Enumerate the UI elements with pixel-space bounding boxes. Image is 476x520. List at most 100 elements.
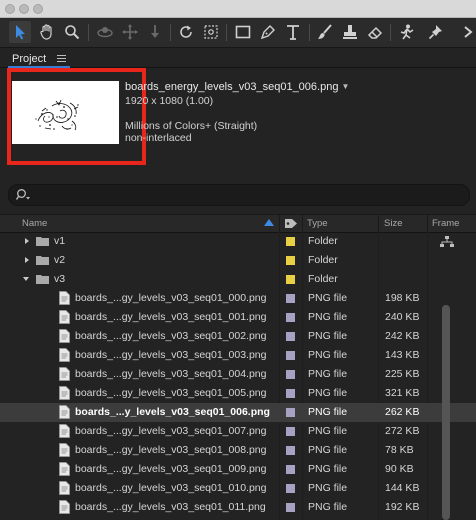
file-row[interactable]: boards_...y_levels_v03_seq01_006.png PNG … xyxy=(0,403,476,422)
label-color-chip[interactable] xyxy=(286,294,295,303)
label-color-chip[interactable] xyxy=(286,427,295,436)
label-color-chip[interactable] xyxy=(286,237,295,246)
dolly-camera-tool-button[interactable] xyxy=(144,21,166,43)
label-color-chip[interactable] xyxy=(286,332,295,341)
label-color-chip[interactable] xyxy=(286,351,295,360)
row-size: 262 KB xyxy=(385,406,420,418)
file-row[interactable]: boards_...gy_levels_v03_seq01_011.png PNG… xyxy=(0,498,476,517)
brush-tool-button[interactable] xyxy=(314,21,336,43)
panel-menu-icon[interactable] xyxy=(57,55,66,63)
png-file-icon xyxy=(59,462,70,476)
folder-icon xyxy=(36,237,49,246)
project-search-input[interactable] xyxy=(8,184,470,206)
png-file-icon xyxy=(59,310,70,324)
row-name: boards_...gy_levels_v03_seq01_008.png xyxy=(75,444,267,456)
column-header-type[interactable]: Type xyxy=(307,218,328,229)
clone-stamp-tool-button[interactable] xyxy=(339,21,361,43)
png-file-icon xyxy=(59,386,70,400)
file-row[interactable]: boards_...gy_levels_v03_seq01_007.png PNG… xyxy=(0,422,476,441)
down-arrow-icon xyxy=(151,25,159,38)
pan-camera-tool-button[interactable] xyxy=(119,21,141,43)
file-row[interactable]: boards_...gy_levels_v03_seq01_002.png PNG… xyxy=(0,327,476,346)
disclosure-collapsed-icon[interactable] xyxy=(23,256,31,264)
search-icon xyxy=(16,189,30,200)
label-tag-icon[interactable] xyxy=(284,218,298,229)
row-name: boards_...gy_levels_v03_seq01_000.png xyxy=(75,292,267,304)
hand-tool-button[interactable] xyxy=(36,21,58,43)
row-name: boards_...gy_levels_v03_seq01_007.png xyxy=(75,425,267,437)
row-name: v1 xyxy=(54,235,66,247)
row-size: 143 KB xyxy=(385,349,420,361)
workspace-overflow-button[interactable] xyxy=(457,21,476,43)
label-color-chip[interactable] xyxy=(286,503,295,512)
file-row[interactable]: boards_...gy_levels_v03_seq01_008.png PNG… xyxy=(0,441,476,460)
type-t-icon xyxy=(287,25,299,40)
label-color-chip[interactable] xyxy=(286,465,295,474)
type-tool-button[interactable] xyxy=(282,21,304,43)
row-type: PNG file xyxy=(308,444,348,456)
row-type: PNG file xyxy=(308,387,348,399)
row-type: PNG file xyxy=(308,501,348,513)
stamp-icon xyxy=(343,25,357,39)
window-zoom-button[interactable] xyxy=(33,4,43,14)
vertical-scrollbar-thumb[interactable] xyxy=(442,305,450,520)
usage-dropdown-icon[interactable]: ▼ xyxy=(341,82,349,91)
disclosure-collapsed-icon[interactable] xyxy=(23,237,31,245)
row-size: 240 KB xyxy=(385,311,420,323)
file-row[interactable]: boards_...gy_levels_v03_seq01_004.png PNG… xyxy=(0,365,476,384)
folder-icon xyxy=(36,256,49,265)
png-file-icon xyxy=(59,405,70,419)
window-minimize-button[interactable] xyxy=(19,4,29,14)
file-row[interactable]: boards_...gy_levels_v03_seq01_001.png PNG… xyxy=(0,308,476,327)
file-row[interactable]: boards_...gy_levels_v03_seq01_000.png PNG… xyxy=(0,289,476,308)
selection-tool-button[interactable] xyxy=(9,21,31,43)
pan-behind-tool-button[interactable] xyxy=(200,21,222,43)
label-color-chip[interactable] xyxy=(286,389,295,398)
pen-tool-button[interactable] xyxy=(257,21,279,43)
label-color-chip[interactable] xyxy=(286,446,295,455)
row-type: Folder xyxy=(308,273,338,285)
folder-row[interactable]: v3 Folder xyxy=(0,270,476,289)
column-header-size[interactable]: Size xyxy=(384,218,402,229)
file-row[interactable]: boards_...gy_levels_v03_seq01_009.png PNG… xyxy=(0,460,476,479)
arrow-pointer-icon xyxy=(16,25,25,40)
file-row[interactable]: boards_...gy_levels_v03_seq01_010.png PNG… xyxy=(0,479,476,498)
label-color-chip[interactable] xyxy=(286,484,295,493)
orbit-icon xyxy=(97,27,113,38)
label-color-chip[interactable] xyxy=(286,256,295,265)
row-size: 225 KB xyxy=(385,368,420,380)
flowchart-icon[interactable] xyxy=(440,236,454,248)
png-file-icon xyxy=(59,424,70,438)
roto-brush-tool-button[interactable] xyxy=(396,21,418,43)
row-type: PNG file xyxy=(308,292,348,304)
puppet-pin-tool-button[interactable] xyxy=(425,21,447,43)
window-close-button[interactable] xyxy=(5,4,15,14)
project-panel-tab[interactable]: Project xyxy=(12,53,46,65)
label-color-chip[interactable] xyxy=(286,370,295,379)
label-color-chip[interactable] xyxy=(286,275,295,284)
rectangle-tool-button[interactable] xyxy=(232,21,254,43)
row-size: 144 KB xyxy=(385,482,420,494)
zoom-tool-button[interactable] xyxy=(61,21,83,43)
roto-figure-icon xyxy=(400,24,414,40)
row-type: Folder xyxy=(308,254,338,266)
file-row[interactable]: boards_...gy_levels_v03_seq01_003.png PNG… xyxy=(0,346,476,365)
row-size: 192 KB xyxy=(385,501,420,513)
label-color-chip[interactable] xyxy=(286,313,295,322)
label-color-chip[interactable] xyxy=(286,408,295,417)
folder-row[interactable]: v2 Folder xyxy=(0,251,476,270)
orbit-camera-tool-button[interactable] xyxy=(94,21,116,43)
row-size: 321 KB xyxy=(385,387,420,399)
column-header-name[interactable]: Name xyxy=(22,218,47,229)
disclosure-expanded-icon[interactable] xyxy=(22,275,30,283)
folder-row[interactable]: v1 Folder xyxy=(0,232,476,251)
column-header-frame[interactable]: Frame xyxy=(432,218,459,229)
row-name: v2 xyxy=(54,254,66,266)
file-row[interactable]: boards_...gy_levels_v03_seq01_005.png PNG… xyxy=(0,384,476,403)
row-name: boards_...gy_levels_v03_seq01_004.png xyxy=(75,368,267,380)
rotation-tool-button[interactable] xyxy=(175,21,197,43)
sort-ascending-icon[interactable] xyxy=(264,219,274,226)
png-file-icon xyxy=(59,481,70,495)
eraser-tool-button[interactable] xyxy=(364,21,386,43)
row-name: boards_...gy_levels_v03_seq01_002.png xyxy=(75,330,267,342)
